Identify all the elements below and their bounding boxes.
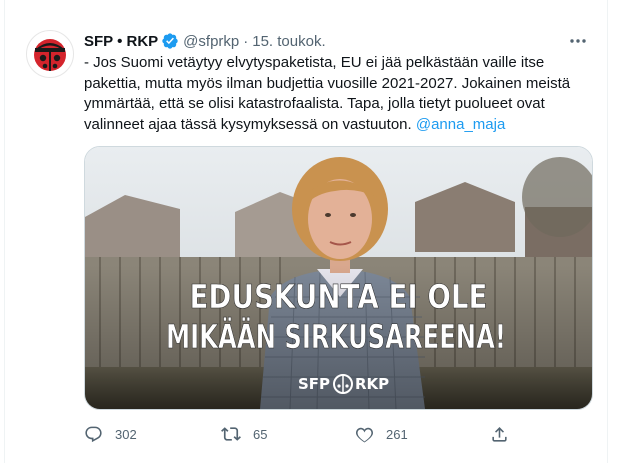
retweet-icon — [221, 427, 241, 441]
author-name[interactable]: SFP • RKP — [84, 33, 158, 50]
tweet-media[interactable]: EDUSKUNTA EI OLE MIKÄÄN SIRKUSAREENA! SF… — [84, 146, 593, 410]
reply-icon — [85, 426, 102, 442]
tweet-actions: 302 65 261 — [84, 422, 589, 446]
verified-badge-icon — [161, 32, 179, 50]
ladybug-logo-icon — [34, 39, 66, 71]
tweet[interactable]: SFP • RKP @sfprkp · 15. toukok. - Jos Su… — [5, 0, 607, 463]
share-icon — [492, 426, 507, 442]
reply-count: 302 — [115, 426, 137, 442]
media-headline-line1: EDUSKUNTA EI OLE — [190, 277, 488, 316]
tweet-header: SFP • RKP @sfprkp · 15. toukok. — [84, 31, 326, 51]
media-image: EDUSKUNTA EI OLE MIKÄÄN SIRKUSAREENA! SF… — [85, 147, 592, 409]
like-button[interactable]: 261 — [355, 422, 408, 446]
more-dots-icon[interactable] — [566, 31, 590, 51]
tweet-date[interactable]: 15. toukok. — [252, 33, 325, 50]
tweet-text: - Jos Suomi vetäytyy elvytyspaketista, E… — [84, 53, 594, 135]
like-count: 261 — [386, 426, 408, 442]
timeline-border-right — [607, 0, 608, 463]
media-logo-sfp: SFP — [298, 375, 330, 393]
media-logo-rkp: RKP — [355, 375, 389, 393]
reply-button[interactable]: 302 — [84, 422, 137, 446]
author-handle[interactable]: @sfprkp — [183, 33, 239, 50]
retweet-count: 65 — [253, 426, 268, 442]
share-button[interactable] — [490, 422, 509, 446]
heart-icon — [355, 427, 374, 442]
mention-link[interactable]: @anna_maja — [416, 116, 505, 133]
avatar[interactable] — [26, 30, 74, 78]
retweet-button[interactable]: 65 — [221, 422, 267, 446]
media-headline-line2: MIKÄÄN SIRKUSAREENA! — [166, 316, 506, 356]
separator-dot: · — [243, 32, 249, 50]
